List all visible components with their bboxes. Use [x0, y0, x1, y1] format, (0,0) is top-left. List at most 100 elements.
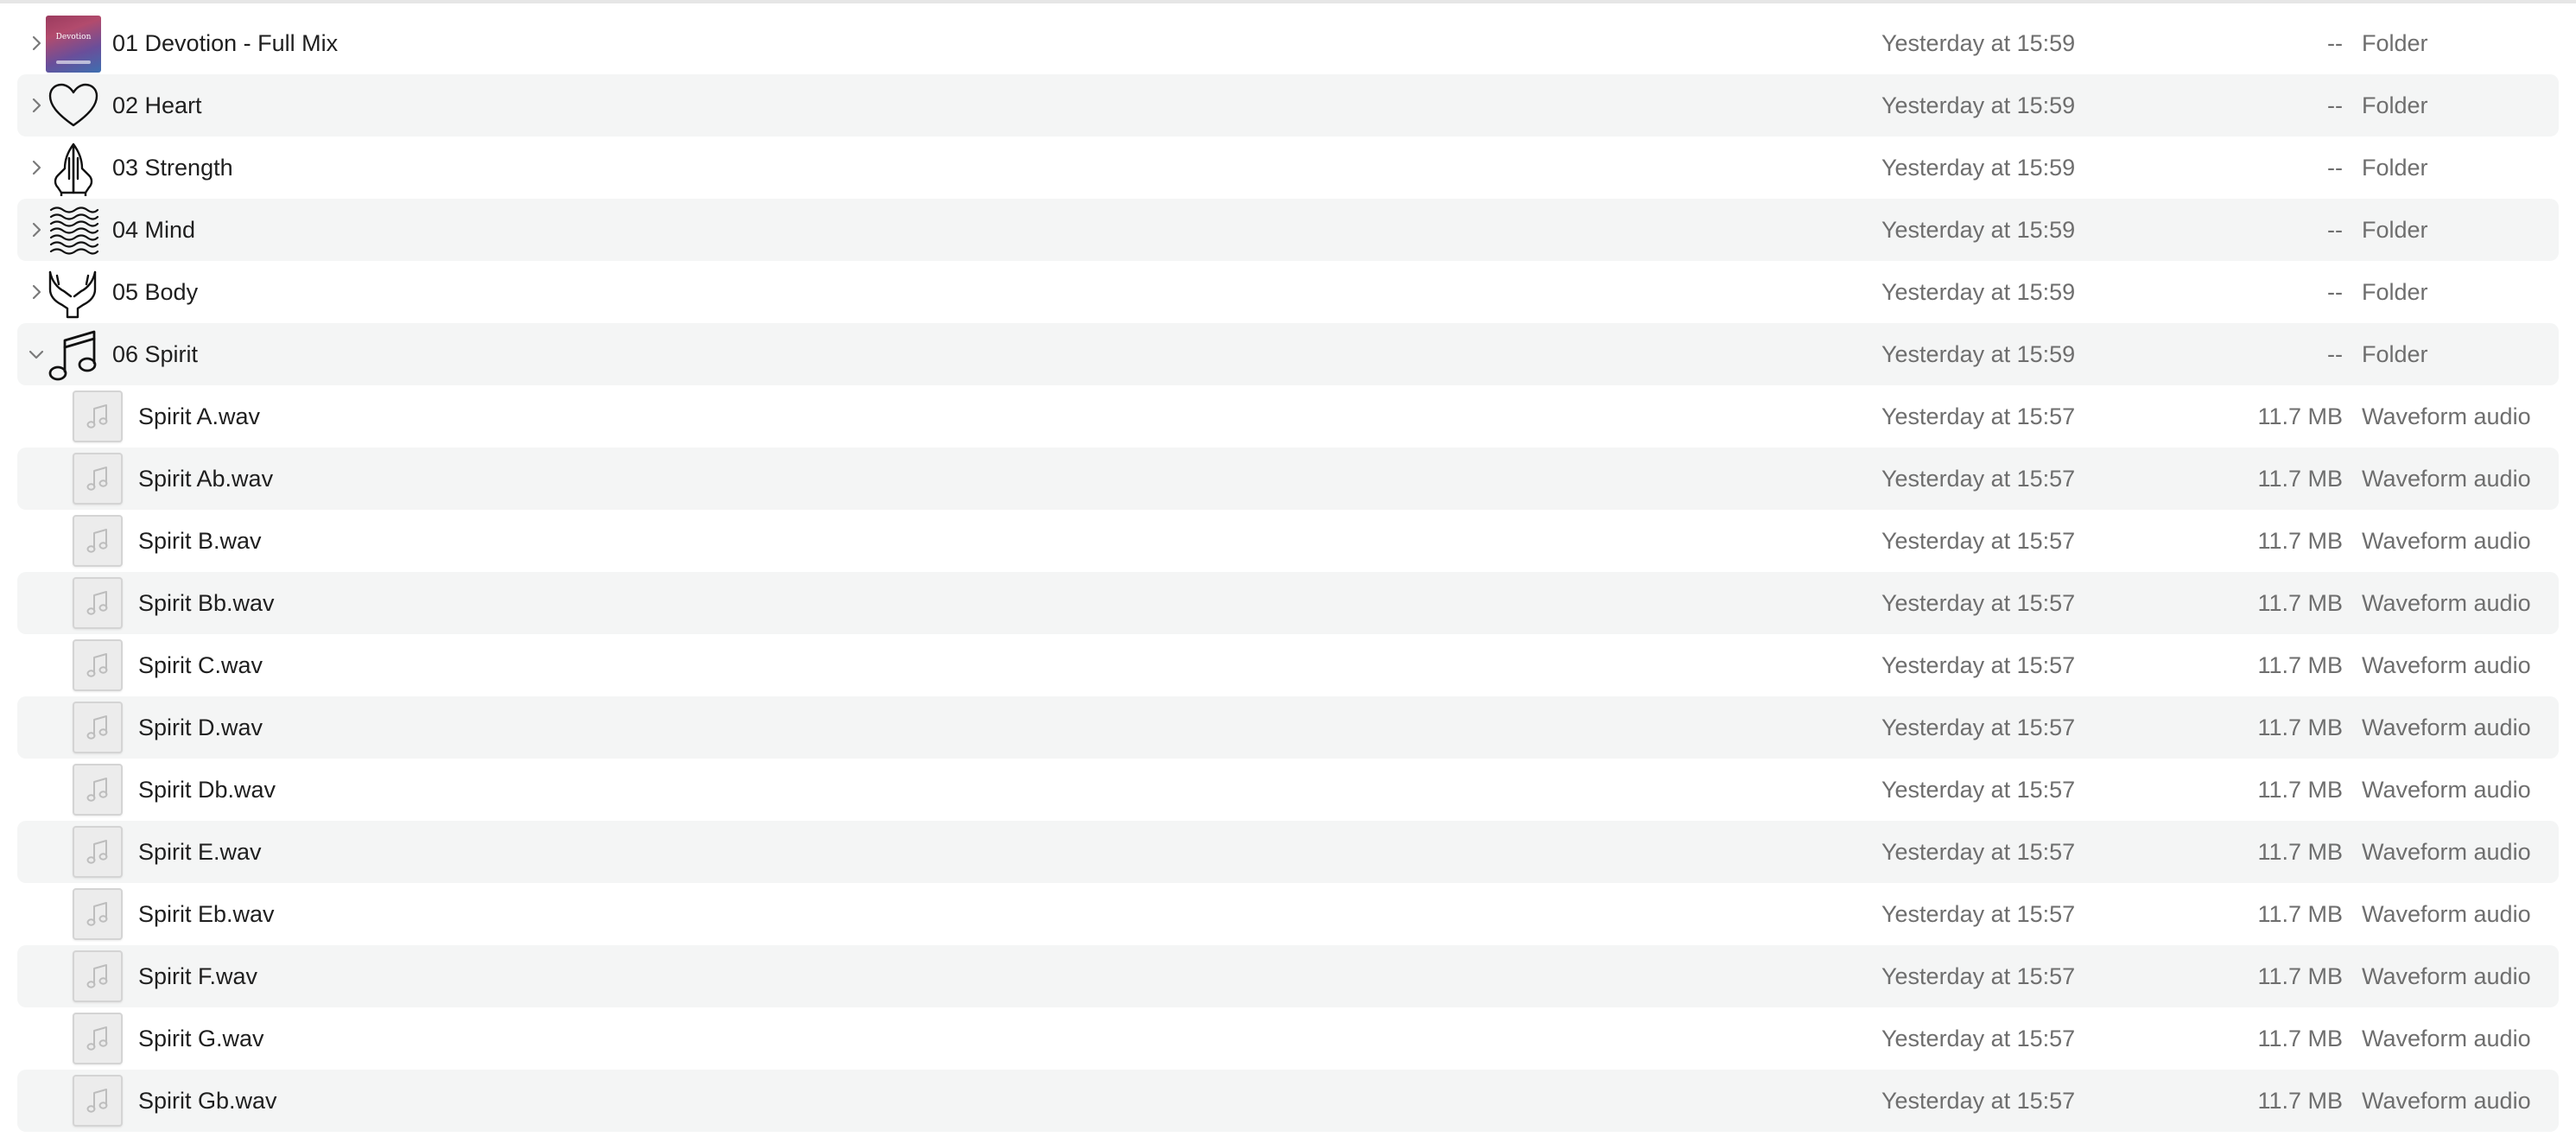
file-kind: Waveform audio — [2362, 1088, 2531, 1114]
date-modified: Yesterday at 15:59 — [1881, 341, 2076, 367]
file-row[interactable]: Spirit D.wav Yesterday at 15:57 11.7 MB Wav… — [17, 696, 2559, 759]
file-kind: Waveform audio — [2362, 715, 2531, 740]
file-row[interactable]: Spirit F.wav Yesterday at 15:57 11.7 MB Wav… — [17, 945, 2559, 1007]
audio-file-icon — [73, 888, 123, 940]
date-modified: Yesterday at 15:57 — [1881, 590, 2076, 616]
file-kind: Waveform audio — [2362, 528, 2531, 554]
file-kind: Waveform audio — [2362, 1026, 2531, 1051]
file-row[interactable]: Spirit Bb.wav Yesterday at 15:57 11.7 MB Wa… — [17, 572, 2559, 634]
folder-row-body[interactable]: 05 Body Yesterday at 15:59 -- Folder — [17, 261, 2559, 323]
file-list: Devotion 01 Devotion - Full Mix Yesterda… — [0, 12, 2576, 1132]
date-modified: Yesterday at 15:57 — [1881, 715, 2076, 740]
audio-file-icon — [73, 577, 123, 629]
waves-icon — [45, 202, 102, 259]
folder-row-devotion[interactable]: Devotion 01 Devotion - Full Mix Yesterda… — [17, 12, 2559, 74]
folder-row-mind[interactable]: 04 Mind Yesterday at 15:59 -- Folder — [17, 199, 2559, 261]
audio-file-icon — [73, 1075, 123, 1127]
file-row[interactable]: Spirit A.wav Yesterday at 15:57 11.7 MB Wav… — [17, 385, 2559, 448]
folder-name: 02 Heart — [112, 92, 202, 118]
file-kind: Waveform audio — [2362, 963, 2531, 989]
list-top-divider — [0, 0, 2576, 3]
file-name: Spirit Gb.wav — [138, 1088, 277, 1114]
date-modified: Yesterday at 15:57 — [1881, 528, 2076, 554]
file-kind: Waveform audio — [2362, 466, 2531, 492]
spirit-folder-contents: Spirit A.wav Yesterday at 15:57 11.7 MB Wav… — [0, 385, 2576, 1132]
file-name: Spirit Eb.wav — [138, 901, 275, 927]
date-modified: Yesterday at 15:57 — [1881, 963, 2076, 989]
file-name: Spirit Bb.wav — [138, 590, 275, 616]
file-size: -- — [2327, 279, 2343, 305]
folder-row-heart[interactable]: 02 Heart Yesterday at 15:59 -- Folder — [17, 74, 2559, 137]
file-size: 11.7 MB — [2257, 777, 2343, 803]
folder-name: 01 Devotion - Full Mix — [112, 30, 339, 56]
date-modified: Yesterday at 15:57 — [1881, 1026, 2076, 1051]
file-name: Spirit Ab.wav — [138, 466, 274, 492]
file-size: 11.7 MB — [2257, 839, 2343, 865]
audio-file-icon — [73, 639, 123, 691]
audio-file-icon — [73, 515, 123, 567]
file-kind: Folder — [2362, 92, 2428, 118]
folder-name: 05 Body — [112, 279, 199, 305]
date-modified: Yesterday at 15:59 — [1881, 279, 2076, 305]
file-size: 11.7 MB — [2257, 901, 2343, 927]
file-row[interactable]: Spirit Ab.wav Yesterday at 15:57 11.7 MB Wa… — [17, 448, 2559, 510]
file-kind: Waveform audio — [2362, 777, 2531, 803]
file-kind: Folder — [2362, 155, 2428, 181]
date-modified: Yesterday at 15:59 — [1881, 217, 2076, 243]
file-size: 11.7 MB — [2257, 1088, 2343, 1114]
file-size: 11.7 MB — [2257, 528, 2343, 554]
file-row[interactable]: Spirit E.wav Yesterday at 15:57 11.7 MB Wav… — [17, 821, 2559, 883]
folder-row-strength[interactable]: 03 Strength Yesterday at 15:59 -- Folder — [17, 137, 2559, 199]
file-size: 11.7 MB — [2257, 715, 2343, 740]
file-size: 11.7 MB — [2257, 403, 2343, 429]
file-row[interactable]: Spirit C.wav Yesterday at 15:57 11.7 MB Wav… — [17, 634, 2559, 696]
file-kind: Waveform audio — [2362, 839, 2531, 865]
audio-file-icon — [73, 950, 123, 1002]
file-row[interactable]: Spirit B.wav Yesterday at 15:57 11.7 MB Wav… — [17, 510, 2559, 572]
file-name: Spirit E.wav — [138, 839, 262, 865]
file-name: Spirit C.wav — [138, 652, 263, 678]
date-modified: Yesterday at 15:57 — [1881, 652, 2076, 678]
file-row[interactable]: Spirit Db.wav Yesterday at 15:57 11.7 MB Wa… — [17, 759, 2559, 821]
heart-icon — [45, 78, 102, 135]
file-kind: Waveform audio — [2362, 403, 2531, 429]
file-size: 11.7 MB — [2257, 963, 2343, 989]
folder-row-spirit[interactable]: 06 Spirit Yesterday at 15:59 -- Folder — [17, 323, 2559, 385]
file-size: -- — [2327, 217, 2343, 243]
file-name: Spirit A.wav — [138, 403, 261, 429]
date-modified: Yesterday at 15:57 — [1881, 901, 2076, 927]
file-kind: Waveform audio — [2362, 652, 2531, 678]
file-name: Spirit D.wav — [138, 715, 263, 740]
date-modified: Yesterday at 15:57 — [1881, 777, 2076, 803]
date-modified: Yesterday at 15:57 — [1881, 1088, 2076, 1114]
file-size: 11.7 MB — [2257, 590, 2343, 616]
date-modified: Yesterday at 15:59 — [1881, 92, 2076, 118]
folder-name: 03 Strength — [112, 155, 233, 181]
file-size: -- — [2327, 155, 2343, 181]
audio-file-icon — [73, 453, 123, 505]
file-name: Spirit Db.wav — [138, 777, 276, 803]
file-size: 11.7 MB — [2257, 1026, 2343, 1051]
audio-file-icon — [73, 826, 123, 878]
praying-hands-icon — [45, 140, 102, 197]
audio-file-icon — [73, 1013, 123, 1064]
file-size: -- — [2327, 30, 2343, 56]
file-row[interactable]: Spirit Gb.wav Yesterday at 15:57 11.7 MB Wa… — [17, 1070, 2559, 1132]
file-size: 11.7 MB — [2257, 652, 2343, 678]
file-name: Spirit B.wav — [138, 528, 262, 554]
file-kind: Folder — [2362, 217, 2428, 243]
cover-title: Devotion — [55, 33, 92, 41]
file-name: Spirit G.wav — [138, 1026, 264, 1051]
file-row[interactable]: Spirit G.wav Yesterday at 15:57 11.7 MB Wav… — [17, 1007, 2559, 1070]
file-name: Spirit F.wav — [138, 963, 258, 989]
music-note-icon — [45, 327, 102, 384]
audio-file-icon — [73, 764, 123, 816]
file-size: -- — [2327, 92, 2343, 118]
file-row[interactable]: Spirit Eb.wav Yesterday at 15:57 11.7 MB Wa… — [17, 883, 2559, 945]
file-kind: Folder — [2362, 279, 2428, 305]
date-modified: Yesterday at 15:59 — [1881, 30, 2076, 56]
audio-file-icon — [73, 391, 123, 442]
file-size: -- — [2327, 341, 2343, 367]
folder-name: 06 Spirit — [112, 341, 199, 367]
date-modified: Yesterday at 15:59 — [1881, 155, 2076, 181]
